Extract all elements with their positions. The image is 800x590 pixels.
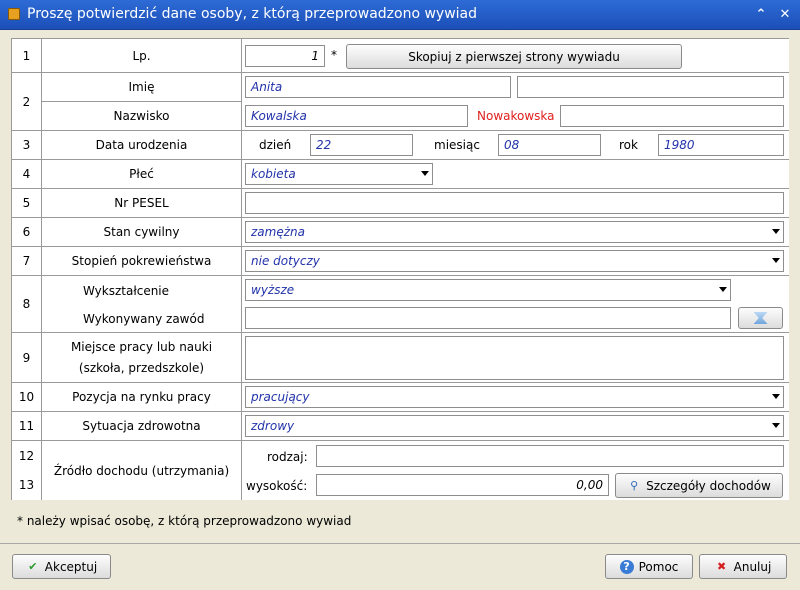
health-select[interactable]: zdrowy: [245, 415, 784, 437]
checkmark-icon: ✔: [28, 559, 38, 573]
day-label: dzień: [259, 138, 292, 152]
marital-status-value: zamężna: [251, 225, 305, 239]
profession-input[interactable]: [245, 307, 731, 329]
labor-market-select[interactable]: pracujący: [245, 386, 784, 408]
dropdown-arrow-icon: [772, 258, 780, 263]
row-number: 7: [12, 247, 42, 276]
workplace-label-line1: Miejsce pracy lub nauki: [70, 339, 213, 354]
year-input[interactable]: 1980: [658, 134, 784, 156]
cancel-label: Anuluj: [733, 559, 772, 574]
income-kind-label: rodzaj:: [267, 450, 308, 464]
help-icon: ?: [619, 559, 634, 574]
row-number: 1: [12, 39, 42, 73]
surname-input[interactable]: Kowalska: [245, 105, 468, 127]
month-input[interactable]: 08: [498, 134, 601, 156]
help-label: Pomoc: [638, 559, 679, 574]
title-bar: Proszę potwierdzić dane osoby, z którą p…: [0, 0, 800, 30]
first-name-label: Imię: [42, 73, 242, 102]
kinship-label: Stopień pokrewieństwa: [42, 247, 242, 276]
row-number: 11: [12, 412, 42, 441]
cross-icon: ✖: [717, 559, 727, 573]
lp-input[interactable]: 1: [245, 45, 325, 67]
income-amount-label: wysokość:: [246, 479, 308, 493]
lp-label: Lp.: [42, 39, 242, 73]
row-number-12-13: 12 13: [12, 441, 42, 500]
copy-from-first-page-button[interactable]: Skopiuj z pierwszej strony wywiadu: [346, 44, 682, 69]
dropdown-arrow-icon: [719, 287, 727, 292]
close-icon[interactable]: ✕: [776, 7, 794, 23]
row-number: 10: [12, 383, 42, 412]
second-name-input[interactable]: [517, 76, 784, 98]
dropdown-arrow-icon: [772, 229, 780, 234]
surname-label: Nazwisko: [42, 102, 242, 131]
marital-status-select[interactable]: zamężna: [245, 221, 784, 243]
help-button[interactable]: ? Pomoc: [605, 554, 693, 579]
row-number: 6: [12, 218, 42, 247]
income-amount-input[interactable]: 0,00: [316, 474, 609, 496]
pesel-input[interactable]: [245, 192, 784, 214]
labor-market-label: Pozycja na rynku pracy: [42, 383, 242, 412]
workplace-label-line2: (szkoła, przedszkole): [78, 360, 205, 375]
health-label: Sytuacja zdrowotna: [42, 412, 242, 441]
income-details-button[interactable]: ⚲ Szczegóły dochodów: [615, 473, 783, 498]
row-number-13: 13: [18, 478, 35, 493]
maiden-name-label: Nowakowska: [477, 109, 555, 123]
income-source-label: Źródło dochodu (utrzymania): [42, 441, 242, 500]
workplace-label: Miejsce pracy lub nauki (szkoła, przedsz…: [42, 333, 242, 383]
row-number: 2: [12, 73, 42, 131]
footnote: * należy wpisać osobę, z którą przeprowa…: [17, 514, 352, 528]
profession-label: Wykonywany zawód: [83, 312, 205, 326]
required-asterisk: *: [331, 48, 337, 62]
button-bar: ✔ Akceptuj ? Pomoc ✖ Anuluj: [0, 547, 800, 590]
first-name-input[interactable]: Anita: [245, 76, 511, 98]
dropdown-arrow-icon: [772, 423, 780, 428]
row-number: 8: [12, 276, 42, 333]
month-label: miesiąc: [434, 138, 480, 152]
kinship-select[interactable]: nie dotyczy: [245, 250, 784, 272]
education-select[interactable]: wyższe: [245, 279, 731, 301]
health-value: zdrowy: [251, 419, 295, 433]
sex-select[interactable]: kobieta: [245, 163, 433, 185]
divider: [0, 543, 800, 544]
marital-status-label: Stan cywilny: [42, 218, 242, 247]
profession-lookup-button[interactable]: [738, 307, 783, 329]
accept-label: Akceptuj: [44, 559, 98, 574]
person-form: 1 Lp. 1 * Skopiuj z pierwszej strony wyw…: [11, 38, 789, 500]
birth-date-label: Data urodzenia: [42, 131, 242, 160]
dropdown-arrow-icon: [421, 171, 429, 176]
maiden-name-input[interactable]: [560, 105, 784, 127]
filter-icon: [753, 312, 768, 324]
income-kind-input[interactable]: [316, 445, 784, 467]
collapse-icon[interactable]: ⌃: [752, 7, 770, 23]
sex-value: kobieta: [251, 167, 296, 181]
day-input[interactable]: 22: [310, 134, 413, 156]
magnifier-icon: ⚲: [630, 478, 639, 492]
cancel-button[interactable]: ✖ Anuluj: [699, 554, 787, 579]
row-number: 5: [12, 189, 42, 218]
dropdown-arrow-icon: [772, 394, 780, 399]
pesel-label: Nr PESEL: [42, 189, 242, 218]
row-number: 3: [12, 131, 42, 160]
year-label: rok: [619, 138, 638, 152]
app-icon: [8, 8, 20, 20]
workplace-textarea[interactable]: [245, 336, 784, 380]
accept-button[interactable]: ✔ Akceptuj: [12, 554, 111, 579]
kinship-value: nie dotyczy: [251, 254, 320, 268]
row-number-12: 12: [18, 448, 35, 463]
education-label: Wykształcenie: [83, 284, 170, 298]
row-number: 9: [12, 333, 42, 383]
education-value: wyższe: [251, 283, 295, 297]
income-details-label: Szczegóły dochodów: [646, 478, 771, 493]
row-number: 4: [12, 160, 42, 189]
sex-label: Płeć: [42, 160, 242, 189]
window-title: Proszę potwierdzić dane osoby, z którą p…: [27, 6, 478, 22]
labor-market-value: pracujący: [251, 390, 310, 404]
